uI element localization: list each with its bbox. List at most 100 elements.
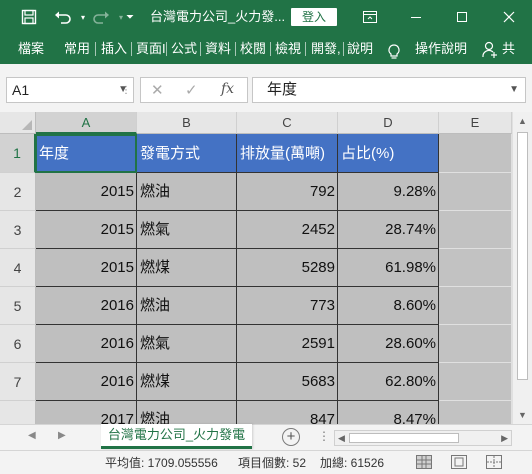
year-cell[interactable]: 2016 xyxy=(36,287,137,325)
worksheet-grid[interactable]: A B C D E 1 2 3 4 5 6 7 年度 發電方式 排放量(萬噸) … xyxy=(0,112,512,424)
select-all-button[interactable] xyxy=(0,112,36,134)
emission-cell[interactable]: 2591 xyxy=(237,325,338,363)
emission-cell[interactable]: 5289 xyxy=(237,249,338,287)
tab-share[interactable]: 共 xyxy=(502,34,515,64)
share-cell[interactable]: 61.98% xyxy=(338,249,439,287)
tab-developer[interactable]: 開發, xyxy=(311,34,341,64)
close-icon[interactable] xyxy=(486,0,532,34)
formula-input[interactable]: 年度 ▼ xyxy=(252,77,526,103)
column-header-a[interactable]: A xyxy=(36,112,137,134)
tab-file[interactable]: 檔案 xyxy=(18,34,44,64)
emission-cell[interactable]: 792 xyxy=(237,173,338,211)
row-header-3[interactable]: 3 xyxy=(0,211,36,249)
empty-cell[interactable] xyxy=(439,401,512,424)
year-cell[interactable]: 2016 xyxy=(36,363,137,401)
tab-data[interactable]: 資料 xyxy=(205,34,231,64)
emission-cell[interactable]: 847 xyxy=(237,401,338,424)
empty-cell[interactable] xyxy=(439,363,512,401)
cancel-icon[interactable]: ✕ xyxy=(151,81,164,99)
add-sheet-button[interactable]: + xyxy=(282,428,300,446)
share-cell[interactable]: 28.74% xyxy=(338,211,439,249)
column-header-c[interactable]: C xyxy=(237,112,338,134)
emission-cell[interactable]: 2452 xyxy=(237,211,338,249)
scroll-up-icon[interactable]: ▲ xyxy=(513,112,532,130)
previous-sheet-icon[interactable]: ◀ xyxy=(28,430,36,441)
empty-cell[interactable] xyxy=(439,249,512,287)
column-header-d[interactable]: D xyxy=(338,112,439,134)
method-cell[interactable]: 燃煤 xyxy=(137,363,237,401)
tell-me-search[interactable]: 操作說明 xyxy=(415,34,467,64)
empty-cell[interactable] xyxy=(439,325,512,363)
header-cell-year[interactable]: 年度 xyxy=(36,134,137,173)
minimize-icon[interactable] xyxy=(393,0,439,34)
method-cell[interactable]: 燃油 xyxy=(137,401,237,424)
normal-view-icon[interactable] xyxy=(416,455,432,469)
tab-insert[interactable]: 插入 xyxy=(101,34,127,64)
undo-icon[interactable] xyxy=(48,0,78,34)
expand-formula-icon[interactable]: ▼ xyxy=(509,78,519,102)
row-header-1[interactable]: 1 xyxy=(0,134,36,173)
horizontal-scrollbar[interactable]: ◀ ▶ xyxy=(334,430,512,446)
header-cell-method[interactable]: 發電方式 xyxy=(137,134,237,173)
sheet-tab-active[interactable]: 台灣電力公司_火力發電 xyxy=(101,424,252,449)
restore-icon[interactable] xyxy=(439,0,485,34)
horizontal-scroll-thumb[interactable] xyxy=(349,433,459,443)
tab-formulas[interactable]: 公式 xyxy=(171,34,197,64)
share-cell[interactable]: 28.60% xyxy=(338,325,439,363)
scroll-right-icon[interactable]: ▶ xyxy=(501,431,508,445)
share-cell[interactable]: 8.47% xyxy=(338,401,439,424)
column-header-b[interactable]: B xyxy=(137,112,237,134)
year-cell[interactable]: 2015 xyxy=(36,211,137,249)
scroll-down-icon[interactable]: ▼ xyxy=(513,406,532,424)
tab-help[interactable]: 說明 xyxy=(347,34,373,64)
lightbulb-icon[interactable] xyxy=(387,41,401,59)
tab-view[interactable]: 檢視 xyxy=(275,34,301,64)
share-cell[interactable]: 9.28% xyxy=(338,173,439,211)
empty-cell[interactable] xyxy=(439,134,512,173)
empty-cell[interactable] xyxy=(439,173,512,211)
row-header-5[interactable]: 5 xyxy=(0,287,36,325)
method-cell[interactable]: 燃油 xyxy=(137,173,237,211)
scroll-left-icon[interactable]: ◀ xyxy=(338,431,345,445)
login-button[interactable]: 登入 xyxy=(291,8,337,26)
share-user-icon[interactable] xyxy=(482,40,498,58)
enter-icon[interactable]: ✓ xyxy=(185,81,198,99)
name-box[interactable]: A1 ▼ xyxy=(6,77,134,103)
vertical-scroll-thumb[interactable] xyxy=(517,132,528,380)
year-cell[interactable]: 2015 xyxy=(36,173,137,211)
share-cell[interactable]: 8.60% xyxy=(338,287,439,325)
status-average[interactable]: 平均值: 1709.055556 xyxy=(105,451,218,474)
page-break-view-icon[interactable] xyxy=(486,455,502,469)
empty-cell[interactable] xyxy=(439,211,512,249)
next-sheet-icon[interactable]: ▶ xyxy=(58,430,66,441)
row-header-2[interactable]: 2 xyxy=(0,173,36,211)
status-count[interactable]: 項目個數: 52 xyxy=(238,451,306,474)
tab-home[interactable]: 常用 xyxy=(64,34,90,64)
row-header-7[interactable]: 7 xyxy=(0,363,36,401)
redo-icon[interactable] xyxy=(88,0,114,34)
save-icon[interactable] xyxy=(14,0,44,34)
tab-page-layout[interactable]: 頁面I xyxy=(136,34,166,64)
undo-dropdown-icon[interactable]: ▾ xyxy=(78,0,88,34)
year-cell[interactable]: 2015 xyxy=(36,249,137,287)
year-cell[interactable]: 2016 xyxy=(36,325,137,363)
row-header-8[interactable] xyxy=(0,401,36,424)
row-header-6[interactable]: 6 xyxy=(0,325,36,363)
share-cell[interactable]: 62.80% xyxy=(338,363,439,401)
year-cell[interactable]: 2017 xyxy=(36,401,137,424)
method-cell[interactable]: 燃油 xyxy=(137,287,237,325)
empty-cell[interactable] xyxy=(439,287,512,325)
method-cell[interactable]: 燃氣 xyxy=(137,211,237,249)
customize-qat-icon[interactable]: ⏷ xyxy=(120,0,140,34)
header-cell-emission[interactable]: 排放量(萬噸) xyxy=(237,134,338,173)
emission-cell[interactable]: 5683 xyxy=(237,363,338,401)
ribbon-display-icon[interactable] xyxy=(347,0,393,34)
header-cell-share[interactable]: 占比(%) xyxy=(338,134,439,173)
method-cell[interactable]: 燃氣 xyxy=(137,325,237,363)
tab-review[interactable]: 校閱 xyxy=(240,34,266,64)
page-layout-view-icon[interactable] xyxy=(451,455,467,469)
emission-cell[interactable]: 773 xyxy=(237,287,338,325)
insert-function-icon[interactable]: fx xyxy=(221,81,234,97)
method-cell[interactable]: 燃煤 xyxy=(137,249,237,287)
tab-split-handle-icon[interactable]: ⋮ xyxy=(318,429,330,443)
